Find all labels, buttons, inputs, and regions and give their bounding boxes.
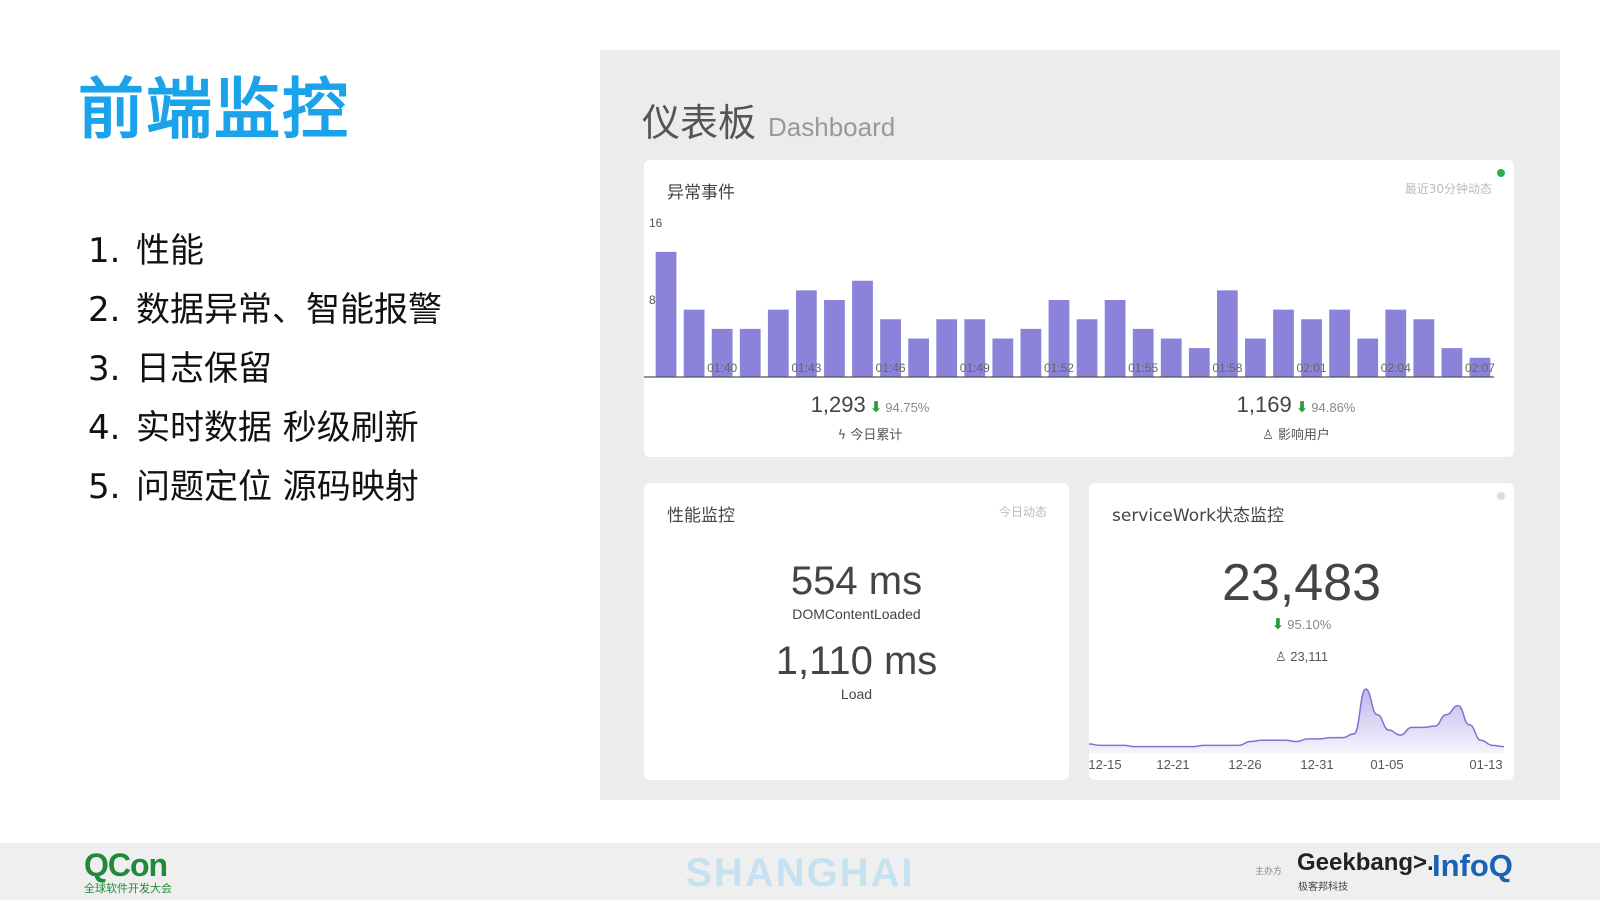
bar <box>908 338 930 377</box>
y-tick-label: 16 <box>649 216 663 230</box>
bullet-text: 性能 <box>136 231 204 271</box>
load-label: Load <box>840 686 873 702</box>
area-fill <box>1089 689 1504 753</box>
bullet-item: 2. 数据异常、智能报警 <box>88 281 442 340</box>
x-tick-label: 12-26 <box>1228 757 1261 772</box>
bullet-number: 2. <box>88 290 121 330</box>
x-tick-label: 01:40 <box>707 361 737 375</box>
bar <box>1076 319 1098 377</box>
arrow-down-icon: ⬇ <box>869 399 883 416</box>
x-tick-label: 01:46 <box>876 361 906 375</box>
service-worker-card[interactable]: serviceWork状态监控 23,483 ⬇ 95.10% ♙ 23,111 … <box>1089 483 1514 780</box>
sw-area-chart: 12-15 12-21 12-26 12-31 01-05 01-13 <box>1089 688 1505 772</box>
bar <box>1441 348 1463 377</box>
bar <box>767 309 789 377</box>
x-tick-label: 12-31 <box>1300 757 1333 772</box>
bullet-number: 5. <box>88 467 121 507</box>
today-total-delta: 94.75% <box>885 400 930 415</box>
bar <box>1273 309 1294 377</box>
bullet-item: 5. 问题定位 源码映射 <box>88 458 442 517</box>
bullet-item: 1. 性能 <box>88 222 442 281</box>
bar <box>852 280 873 377</box>
bar <box>1188 348 1210 377</box>
x-tick-label: 02:07 <box>1465 361 1495 375</box>
today-total-label: 今日累计 <box>850 428 903 443</box>
bullet-number: 1. <box>88 231 121 271</box>
bullet-text: 日志保留 <box>136 349 272 389</box>
bullet-text: 数据异常、智能报警 <box>136 290 442 330</box>
today-total-value: 1,293 <box>810 392 866 417</box>
dom-loaded-label: DOMContentLoaded <box>792 606 921 622</box>
events-card[interactable]: 异常事件 最近30分钟动态 16 8 01:40 01:43 01:46 01:49 01:… <box>644 160 1514 457</box>
x-tick-label: 01-05 <box>1370 757 1403 772</box>
bar <box>1357 338 1379 377</box>
x-tick-label: 02:01 <box>1297 361 1327 375</box>
bullet-number: 4. <box>88 408 121 448</box>
bar <box>739 328 761 377</box>
dashboard-subtitle: Dashboard <box>768 112 896 142</box>
dashboard-screenshot: 仪表板 Dashboard 异常事件 最近30分钟动态 16 8 01:40 01:4… <box>600 50 1560 800</box>
x-tick-label: 01:49 <box>960 361 990 375</box>
user-icon: ♙ <box>1262 428 1274 443</box>
dom-loaded-value: 554 ms <box>790 559 923 603</box>
bullet-item: 3. 日志保留 <box>88 340 442 399</box>
x-tick-label: 01:43 <box>791 361 821 375</box>
affected-users-label: 影响用户 <box>1277 428 1330 443</box>
bullet-item: 4. 实时数据 秒级刷新 <box>88 399 442 458</box>
x-tick-label: 12-15 <box>1089 757 1122 772</box>
x-tick-label: 01:58 <box>1212 361 1242 375</box>
x-tick-label: 01:55 <box>1128 361 1158 375</box>
bar <box>936 319 958 377</box>
slide-title: 前端监控 <box>78 71 350 148</box>
events-bar-chart: 16 8 01:40 01:43 01:46 01:49 01:52 01:55 01:58 02… <box>644 216 1495 378</box>
bar <box>1160 338 1182 377</box>
perf-card-note: 今日动态 <box>998 505 1047 519</box>
x-tick-label: 01-13 <box>1469 757 1502 772</box>
perf-card[interactable]: 性能监控 今日动态 554 ms DOMContentLoaded 1,110 … <box>644 483 1069 780</box>
affected-users-stat: 1,169 ⬇ 94.86% ♙ 影响用户 <box>1166 392 1426 443</box>
affected-users-delta: 94.86% <box>1311 400 1356 415</box>
bar <box>1413 319 1435 377</box>
arrow-down-icon: ⬇ <box>1295 399 1309 416</box>
bar <box>655 251 677 377</box>
bar <box>1020 328 1042 377</box>
bullet-list: 1. 性能 2. 数据异常、智能报警 3. 日志保留 4. 实时数据 秒级刷新 5. 问题… <box>88 222 442 517</box>
bar <box>683 309 705 377</box>
x-tick-label: 01:52 <box>1044 361 1074 375</box>
bar <box>1104 300 1126 377</box>
dashboard-title: 仪表板 <box>642 101 757 145</box>
lightning-icon: ϟ <box>837 428 847 443</box>
bullet-number: 3. <box>88 349 121 389</box>
x-tick-label: 02:04 <box>1381 361 1411 375</box>
bullet-text: 实时数据 秒级刷新 <box>136 408 419 448</box>
sponsor-label: 主办方 <box>1255 867 1283 877</box>
dashboard-header: 仪表板 Dashboard <box>642 92 895 147</box>
load-value: 1,110 ms <box>775 639 938 683</box>
geekbang-logo: Geekbang>. <box>1297 849 1434 876</box>
slide-footer: QCon 全球软件开发大会 SHANGHAI 主办方 Geekbang>. 极客… <box>0 843 1600 900</box>
y-tick-label: 8 <box>649 293 656 307</box>
bar <box>1245 338 1266 377</box>
bullet-text: 问题定位 源码映射 <box>136 467 419 507</box>
affected-users-value: 1,169 <box>1236 392 1292 417</box>
bar <box>992 338 1014 377</box>
infoq-logo: InfoQ <box>1432 848 1513 883</box>
bar <box>824 300 845 377</box>
bar <box>1329 309 1351 377</box>
x-tick-label: 12-21 <box>1156 757 1189 772</box>
geekbang-subtitle: 极客邦科技 <box>1298 882 1348 893</box>
today-total-stat: 1,293 ⬇ 94.75% ϟ 今日累计 <box>740 392 1000 443</box>
perf-card-title: 性能监控 <box>667 506 735 526</box>
